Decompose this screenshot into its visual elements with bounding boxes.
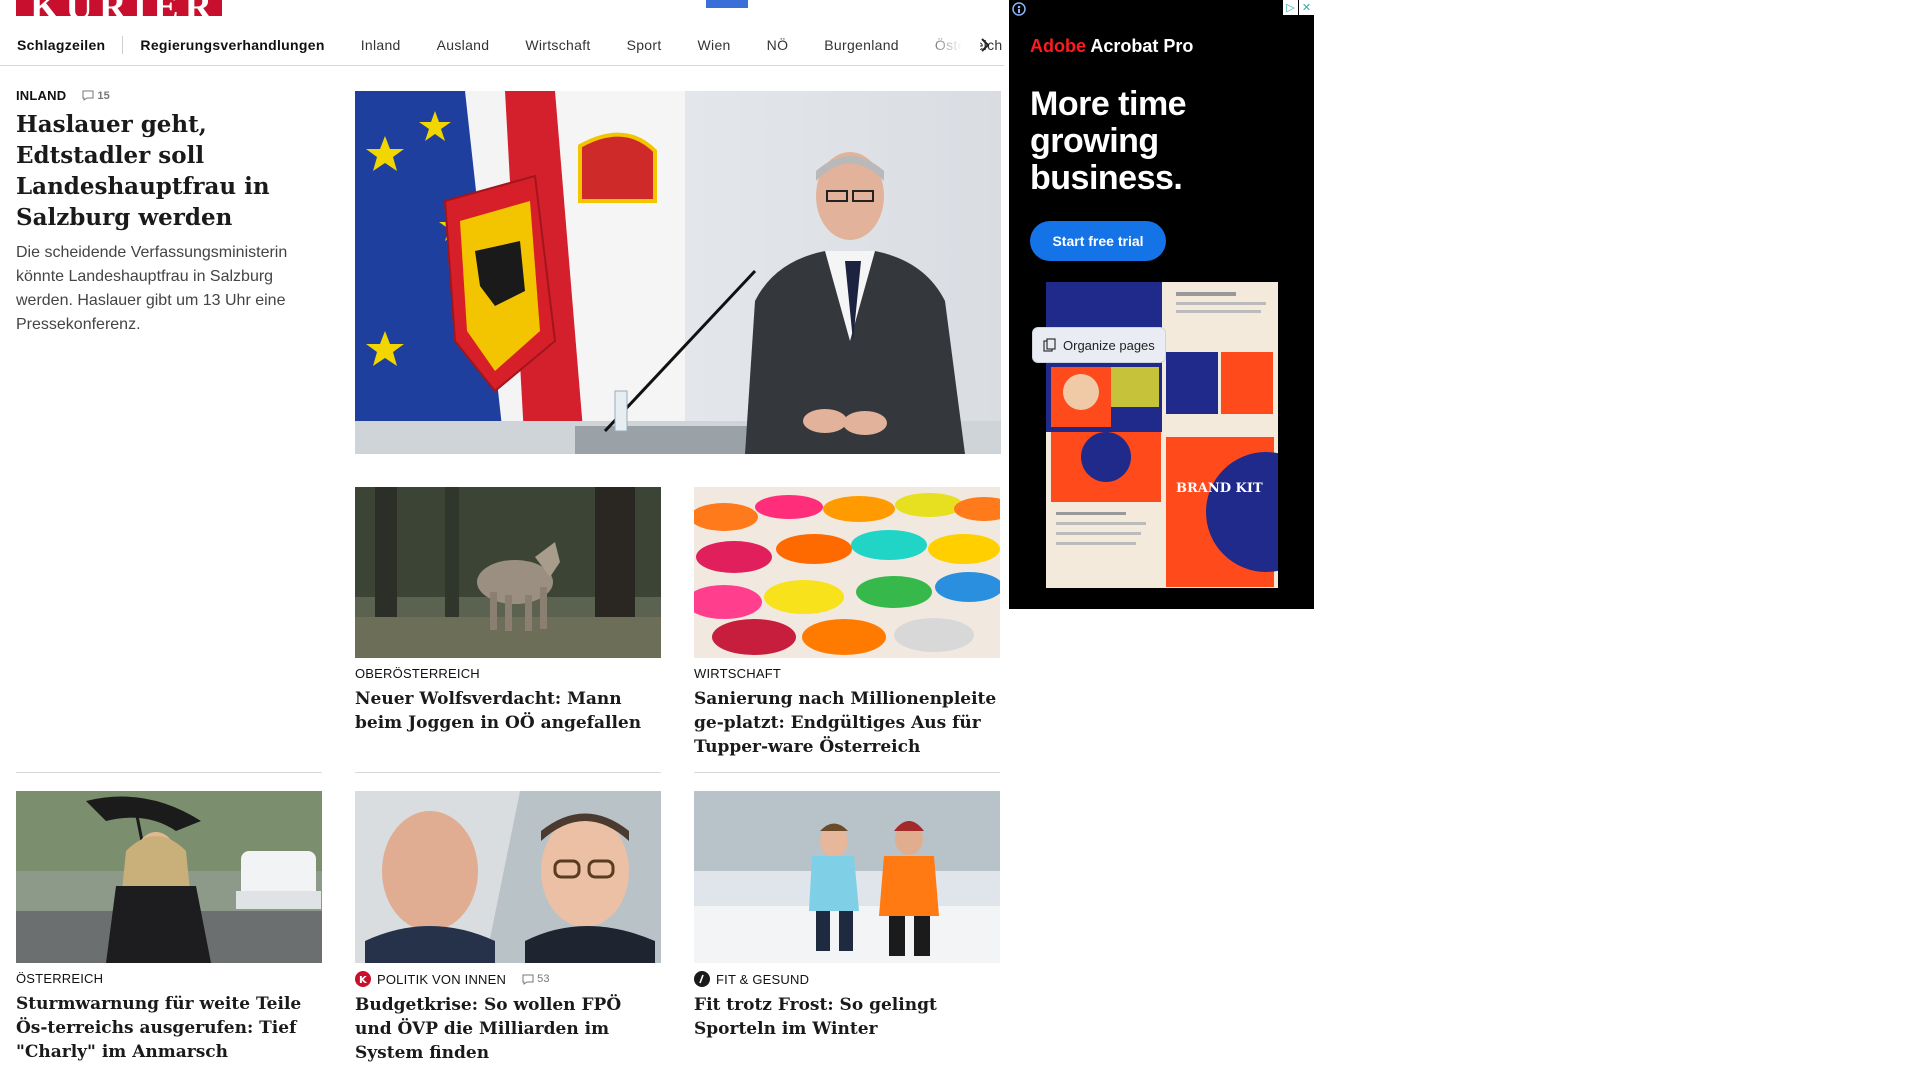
storm-article[interactable]: ÖSTERREICH Sturmwarnung für weite Teile … [16,971,320,1064]
frost-category-label: FIT & GESUND [716,971,810,987]
storm-category[interactable]: ÖSTERREICH [16,971,320,986]
lead-image[interactable] [355,91,1001,454]
budget-category-label: POLITIK VON INNEN [377,971,507,987]
lead-teaser: Die scheidende Verfassungsministerin kön… [16,244,288,333]
lead-category-label: INLAND [16,88,67,103]
divider [16,772,322,773]
category-nav: Schlagzeilen Regierungsverhandlungen Inlan… [0,24,1004,66]
budget-article[interactable]: K POLITIK VON INNEN 53 Budgetkrise: So w… [355,971,659,1065]
ad-info-icon[interactable]: ▷ [1283,0,1298,15]
lead-category[interactable]: INLAND 15 [16,88,322,103]
lead-headline[interactable]: Haslauer geht, Edtstadler soll Landeshau… [16,109,322,233]
frost-headline[interactable]: Fit trotz Frost: So gelingt Sporteln im … [694,993,998,1041]
ad-brand-kit-text: BRAND KIT [1176,481,1263,496]
wolf-photo [355,487,661,658]
frost-category[interactable]: FIT & GESUND [694,971,998,987]
ad-brand: Adobe Acrobat Pro [1030,36,1193,57]
wolf-article[interactable]: OBERÖSTERREICH Neuer Wolfsverdacht: Mann… [355,666,659,735]
adobe-ad[interactable]: ▷ ✕ Adobe Acrobat Pro More time growing … [1009,0,1314,609]
wolf-headline[interactable]: Neuer Wolfsverdacht: Mann beim Joggen in… [355,687,659,735]
nav-item[interactable]: Wien [698,37,731,53]
tupperware-category[interactable]: WIRTSCHAFT [694,666,998,681]
nav-items: Schlagzeilen Regierungsverhandlungen Inlan… [17,24,1004,65]
ad-controls: ▷ ✕ [1283,0,1314,15]
ad-headline: More time growing business. [1030,85,1187,197]
ad-close-icon[interactable]: ✕ [1299,0,1314,15]
pages-icon [1043,338,1056,352]
kurier-logo[interactable]: KURIER [16,0,222,16]
fit-gesund-icon [694,971,710,987]
budget-comment-count: 53 [537,973,550,985]
nav-item[interactable]: Schlagzeilen [17,37,105,53]
tupperware-headline[interactable]: Sanierung nach Millionenpleite ge-platzt… [694,687,998,759]
frost-photo [694,791,1000,963]
svg-text:K: K [359,975,368,986]
comment-icon [82,90,94,101]
ad-brand-suffix: Acrobat Pro [1086,36,1194,56]
nav-item[interactable]: NÖ [767,37,789,53]
header-accent [706,0,748,8]
budget-comments[interactable]: 53 [522,973,550,985]
organize-pages-tooltip[interactable]: Organize pages [1032,327,1166,363]
tupperware-photo [694,487,1000,658]
wolf-image[interactable] [355,487,661,658]
budget-image[interactable] [355,791,661,963]
frost-article[interactable]: FIT & GESUND Fit trotz Frost: So gelingt… [694,971,998,1041]
nav-item[interactable]: Ausland [437,37,490,53]
lead-comment-count: 15 [97,89,110,102]
lead-article[interactable]: INLAND 15 Haslauer geht, Edtstadler soll… [16,88,322,337]
budget-category[interactable]: K POLITIK VON INNEN 53 [355,971,659,987]
budget-photo [355,791,661,963]
chevron-right-icon [981,38,990,52]
nav-item[interactable]: Burgenland [824,37,899,53]
budget-headline[interactable]: Budgetkrise: So wollen FPÖ und ÖVP die M… [355,993,659,1065]
tupperware-image[interactable] [694,487,1000,658]
nav-item[interactable]: Sport [627,37,662,53]
lead-photo [355,91,1001,454]
divider [694,772,1000,773]
storm-image[interactable] [16,791,322,963]
storm-photo [16,791,322,963]
comment-icon [522,974,534,985]
organize-pages-label: Organize pages [1063,337,1155,353]
nav-item[interactable]: Regierungsverhandlungen [140,37,324,53]
nav-separator [122,36,124,54]
start-free-trial-button[interactable]: Start free trial [1030,221,1166,261]
nav-item[interactable]: Inland [361,37,401,53]
lead-comments[interactable]: 15 [82,90,110,102]
logo-text: KURIER [30,0,218,16]
ad-brand-prefix: Adobe [1030,36,1086,56]
wolf-category[interactable]: OBERÖSTERREICH [355,666,659,681]
storm-headline[interactable]: Sturmwarnung für weite Teile Ös-terreich… [16,992,320,1064]
nav-fade [920,24,980,65]
divider [355,772,661,773]
tupperware-article[interactable]: WIRTSCHAFT Sanierung nach Millionenpleit… [694,666,998,759]
nav-scroll-right-button[interactable] [972,32,998,58]
k-plus-icon: K [355,971,371,987]
frost-image[interactable] [694,791,1000,963]
nav-item[interactable]: Wirtschaft [525,37,590,53]
adchoices-icon[interactable] [1012,2,1026,16]
